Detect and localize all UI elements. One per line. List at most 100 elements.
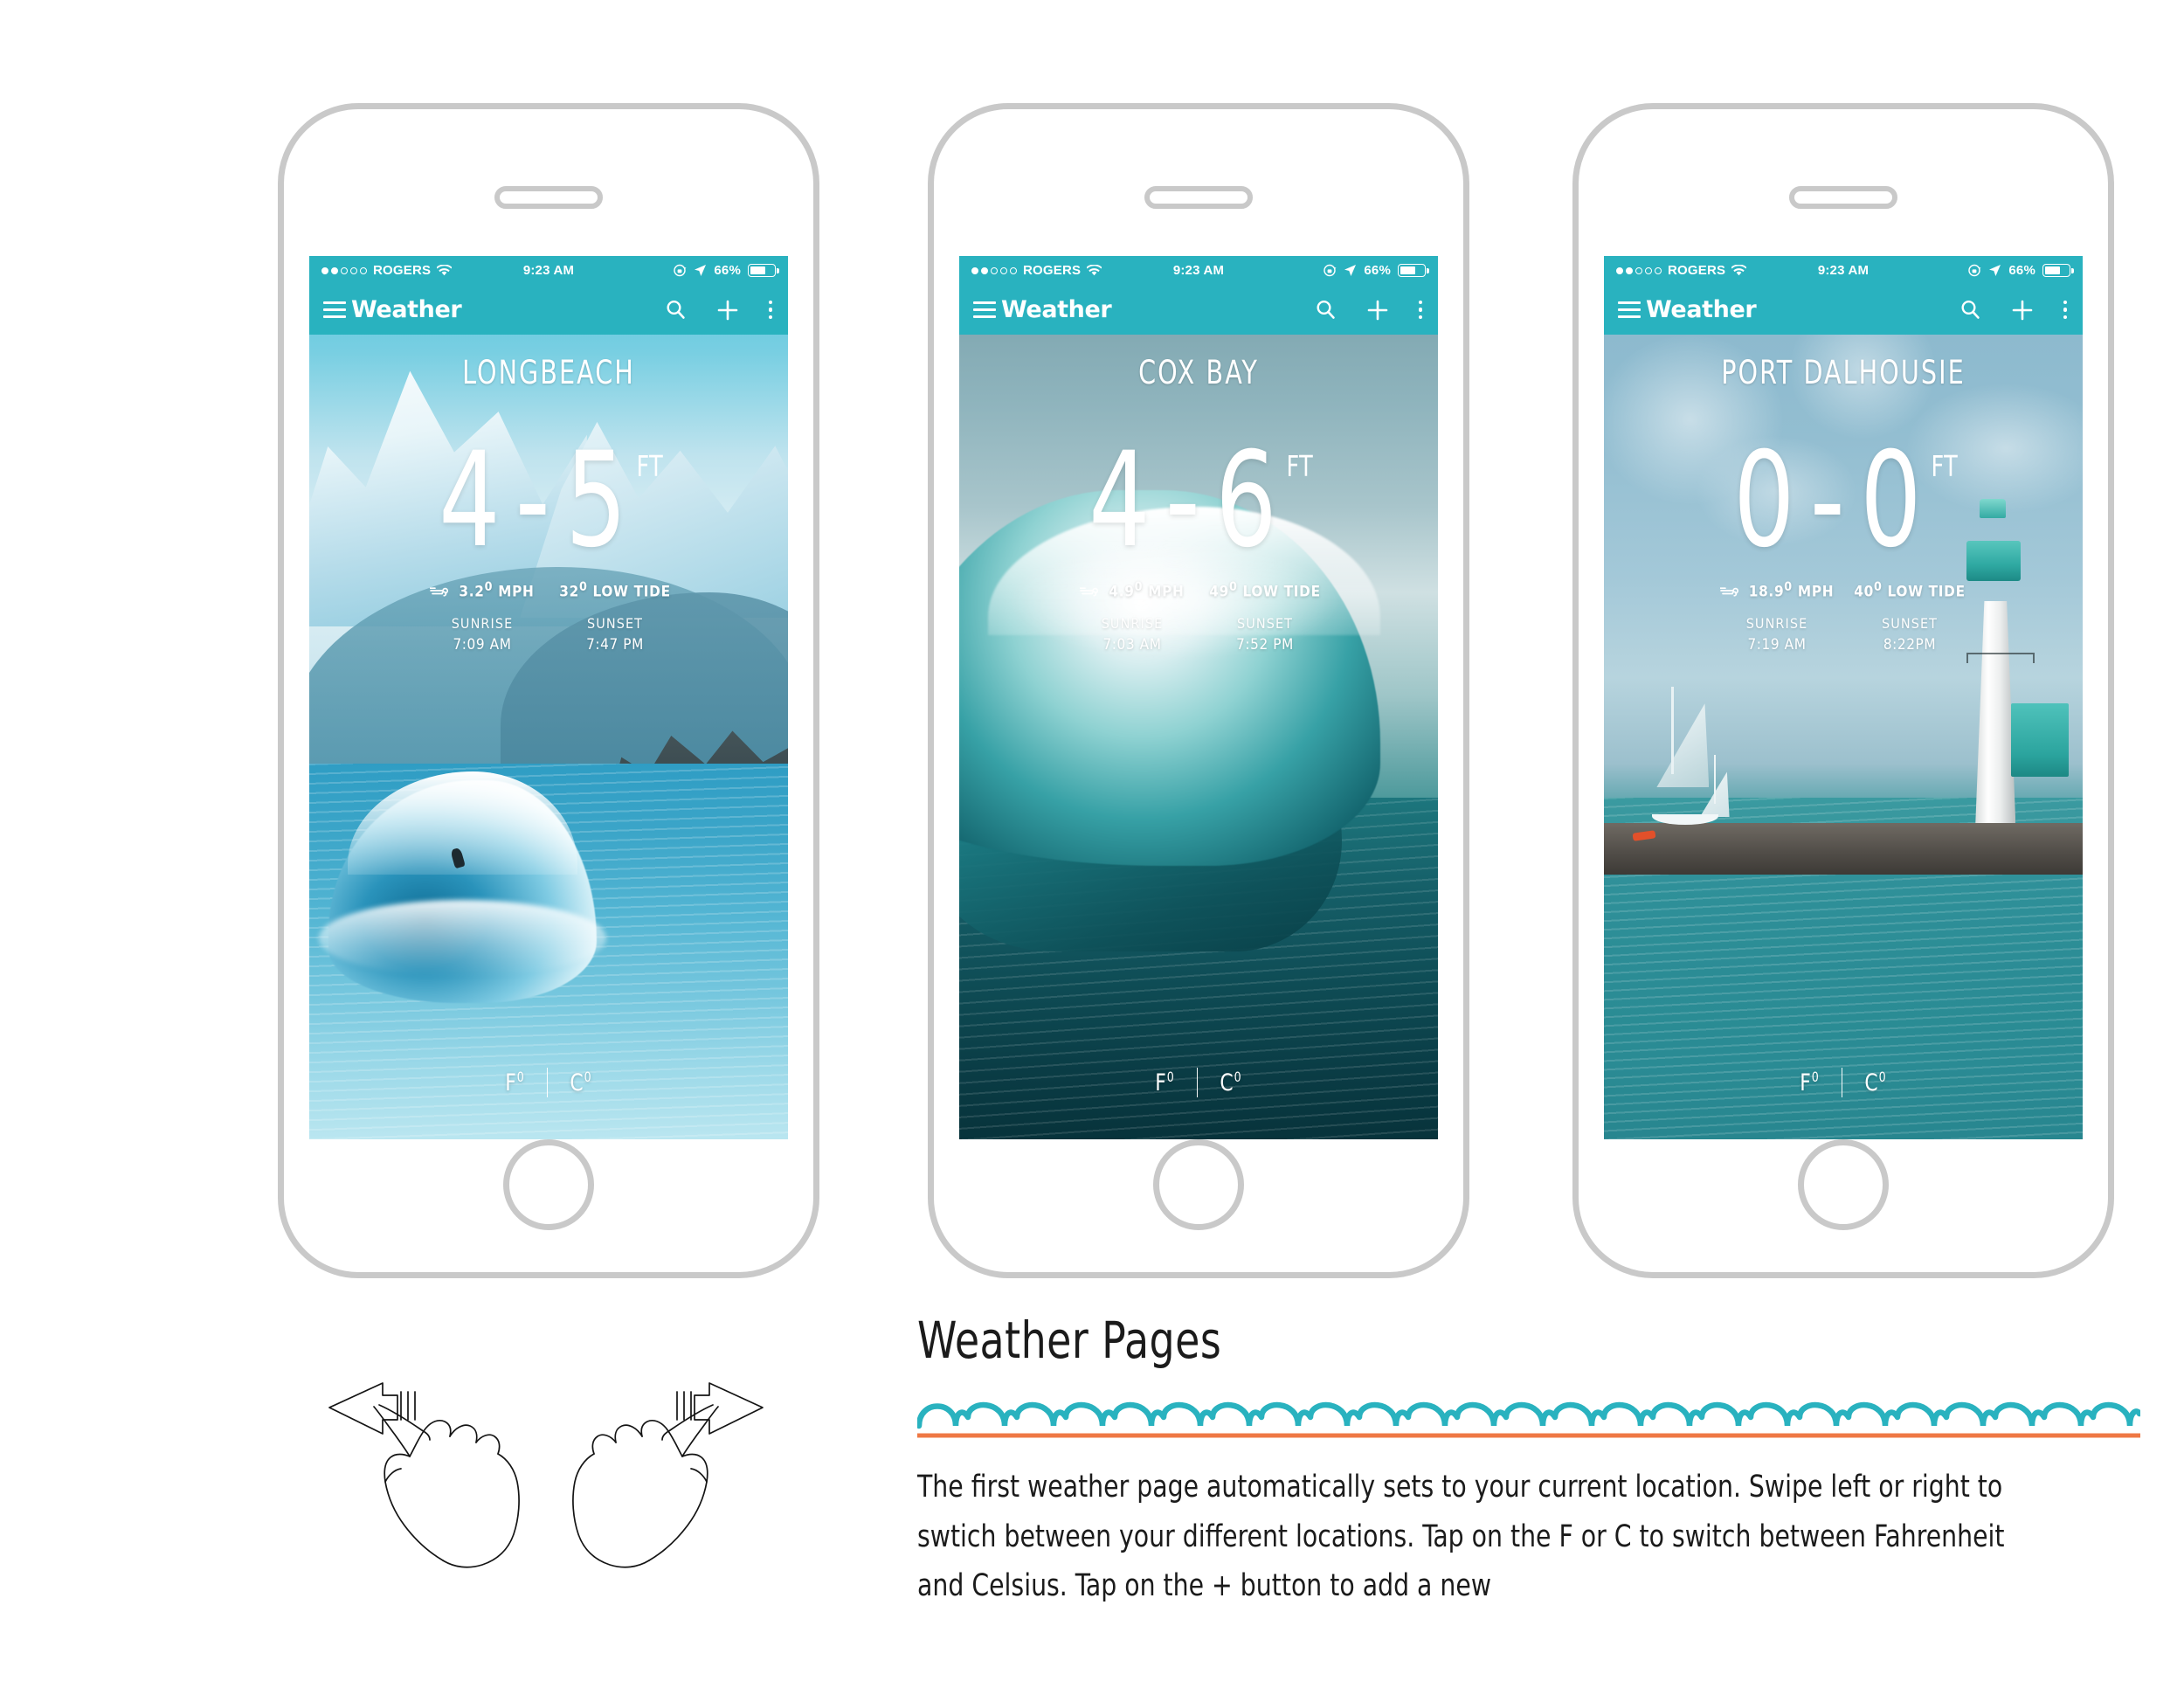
kebab-menu-icon[interactable] [1418, 300, 1422, 320]
tide-label: LOW TIDE [1887, 583, 1966, 601]
fahrenheit-button[interactable]: F0 [1800, 1069, 1819, 1097]
sunrise-label: SUNRISE [1745, 614, 1808, 632]
tide-label: LOW TIDE [592, 583, 671, 601]
weather-content-portdalhousie: PORT DALHOUSIE 0 - 0 FT 18.90 MPH SUNRIS… [1604, 335, 2083, 1139]
description-text: The first weather page automatically set… [917, 1470, 2005, 1604]
tide-degree-symbol: 0 [578, 580, 588, 594]
location-title: COX BAY [1138, 354, 1259, 391]
app-title: Weather [351, 296, 462, 323]
app-bar: Weather [309, 285, 788, 335]
unit-toggle: F0 C0 [1604, 1068, 2083, 1097]
metrics-row: 18.90 MPH SUNRISE 7:19 AM 400 LOW TIDE S… [1604, 580, 2083, 654]
rotation-lock-icon [1324, 264, 1337, 277]
wind-speed-value: 4.9 [1109, 583, 1135, 601]
hamburger-menu-icon[interactable] [1618, 301, 1641, 318]
sunrise-label: SUNRISE [451, 614, 514, 632]
celsius-button[interactable]: C0 [1220, 1069, 1242, 1097]
battery-percent-label: 66% [714, 263, 741, 278]
app-title: Weather [1001, 296, 1112, 323]
wave-height-display: 0 - 0 FT [1604, 425, 2083, 577]
weather-content-coxbay: COX BAY 4 - 6 FT 4.90 MPH SUNRISE 7:03 A… [959, 335, 1438, 1139]
swipe-gesture-illustrations [310, 1372, 782, 1581]
sunset-label: SUNSET [586, 614, 644, 632]
location-arrow-icon [1988, 264, 2001, 277]
wind-icon [1079, 585, 1102, 597]
fahrenheit-button[interactable]: F0 [505, 1069, 524, 1097]
battery-percent-label: 66% [1364, 263, 1391, 278]
wind-unit-label: MPH [1148, 583, 1185, 601]
carrier-label: ROGERS [1668, 263, 1726, 278]
sunrise-time: 7:09 AM [453, 635, 512, 654]
battery-icon [2042, 264, 2074, 277]
app-bar: Weather [1604, 285, 2083, 335]
unit-toggle-divider [1196, 1068, 1199, 1097]
rotation-lock-icon [674, 264, 687, 277]
wave-height-display: 4 - 5 FT [309, 425, 788, 577]
search-icon[interactable] [1959, 299, 1981, 321]
unit-toggle: F0 C0 [309, 1068, 788, 1097]
location-arrow-icon [694, 264, 707, 277]
wind-unit-label: MPH [1797, 583, 1835, 601]
phone-speaker-slot [1144, 186, 1253, 209]
wave-unit-label: FT [636, 449, 664, 483]
wind-metric: 4.90 MPH SUNRISE 7:03 AM [1066, 580, 1199, 654]
tide-degree-symbol: 0 [1228, 580, 1238, 594]
phone-screen-coxbay: ROGERS 9:23 AM 66% Weather COX BAY 4 - 6… [959, 256, 1438, 1139]
tide-metric: 400 LOW TIDE SUNSET 8:22PM [1843, 580, 1976, 654]
tide-degree-symbol: 0 [1873, 580, 1883, 594]
phone-mockup-longbeach: ROGERS 9:23 AM 66% Weather LONGBEACH 4 -… [278, 103, 819, 1278]
wave-max-value: 6 [1215, 425, 1281, 577]
hamburger-menu-icon[interactable] [973, 301, 996, 318]
kebab-menu-icon[interactable] [768, 300, 772, 320]
metrics-row: 3.20 MPH SUNRISE 7:09 AM 320 LOW TIDE SU… [309, 580, 788, 654]
description-block: Weather Pages The first weather page aut… [917, 1311, 2140, 1642]
wave-min-value: 0 [1733, 425, 1800, 577]
location-arrow-icon [1344, 264, 1357, 277]
plus-icon[interactable] [716, 299, 739, 322]
wave-range-dash: - [1165, 425, 1205, 577]
battery-icon [1398, 264, 1429, 277]
hand-swipe-right-icon [572, 1382, 764, 1568]
wind-speed-value: 18.9 [1748, 583, 1785, 601]
unit-toggle-divider [546, 1068, 549, 1097]
location-title: LONGBEACH [462, 354, 635, 391]
search-icon[interactable] [665, 299, 687, 321]
section-title: Weather Pages [917, 1311, 1222, 1370]
phone-home-button[interactable] [1798, 1139, 1889, 1230]
wind-degree-symbol: 0 [1134, 580, 1144, 594]
wave-min-value: 4 [1089, 425, 1155, 577]
kebab-menu-icon[interactable] [2063, 300, 2067, 320]
signal-strength-icon [321, 266, 367, 274]
plus-icon[interactable] [2011, 299, 2034, 322]
sunrise-time: 7:03 AM [1102, 635, 1162, 654]
wind-icon [429, 585, 453, 597]
app-bar: Weather [959, 285, 1438, 335]
wind-degree-symbol: 0 [484, 580, 494, 594]
location-title: PORT DALHOUSIE [1721, 354, 1966, 391]
carrier-label: ROGERS [1023, 263, 1082, 278]
battery-percent-label: 66% [2008, 263, 2035, 278]
sunrise-label: SUNRISE [1101, 614, 1164, 632]
wave-min-value: 4 [439, 425, 505, 577]
search-icon[interactable] [1315, 299, 1337, 321]
wind-degree-symbol: 0 [1784, 580, 1793, 594]
wave-unit-label: FT [1931, 449, 1959, 483]
hamburger-menu-icon[interactable] [323, 301, 346, 318]
status-bar: ROGERS 9:23 AM 66% [309, 256, 788, 285]
plus-icon[interactable] [1366, 299, 1389, 322]
celsius-button[interactable]: C0 [1865, 1069, 1887, 1097]
wifi-icon [1731, 265, 1747, 276]
wave-unit-label: FT [1286, 449, 1314, 483]
signal-strength-icon [1616, 266, 1662, 274]
tide-metric: 490 LOW TIDE SUNSET 7:52 PM [1199, 580, 1331, 654]
rotation-lock-icon [1968, 264, 1981, 277]
sunset-time: 8:22PM [1883, 635, 1937, 654]
phone-home-button[interactable] [503, 1139, 594, 1230]
wave-height-display: 4 - 6 FT [959, 425, 1438, 577]
fahrenheit-button[interactable]: F0 [1155, 1069, 1174, 1097]
wave-max-value: 5 [565, 425, 631, 577]
phone-home-button[interactable] [1153, 1139, 1244, 1230]
hand-swipe-left-icon [328, 1382, 520, 1568]
celsius-button[interactable]: C0 [570, 1069, 592, 1097]
weather-content-longbeach: LONGBEACH 4 - 5 FT 3.20 MPH SUNRISE 7:09 [309, 335, 788, 1139]
